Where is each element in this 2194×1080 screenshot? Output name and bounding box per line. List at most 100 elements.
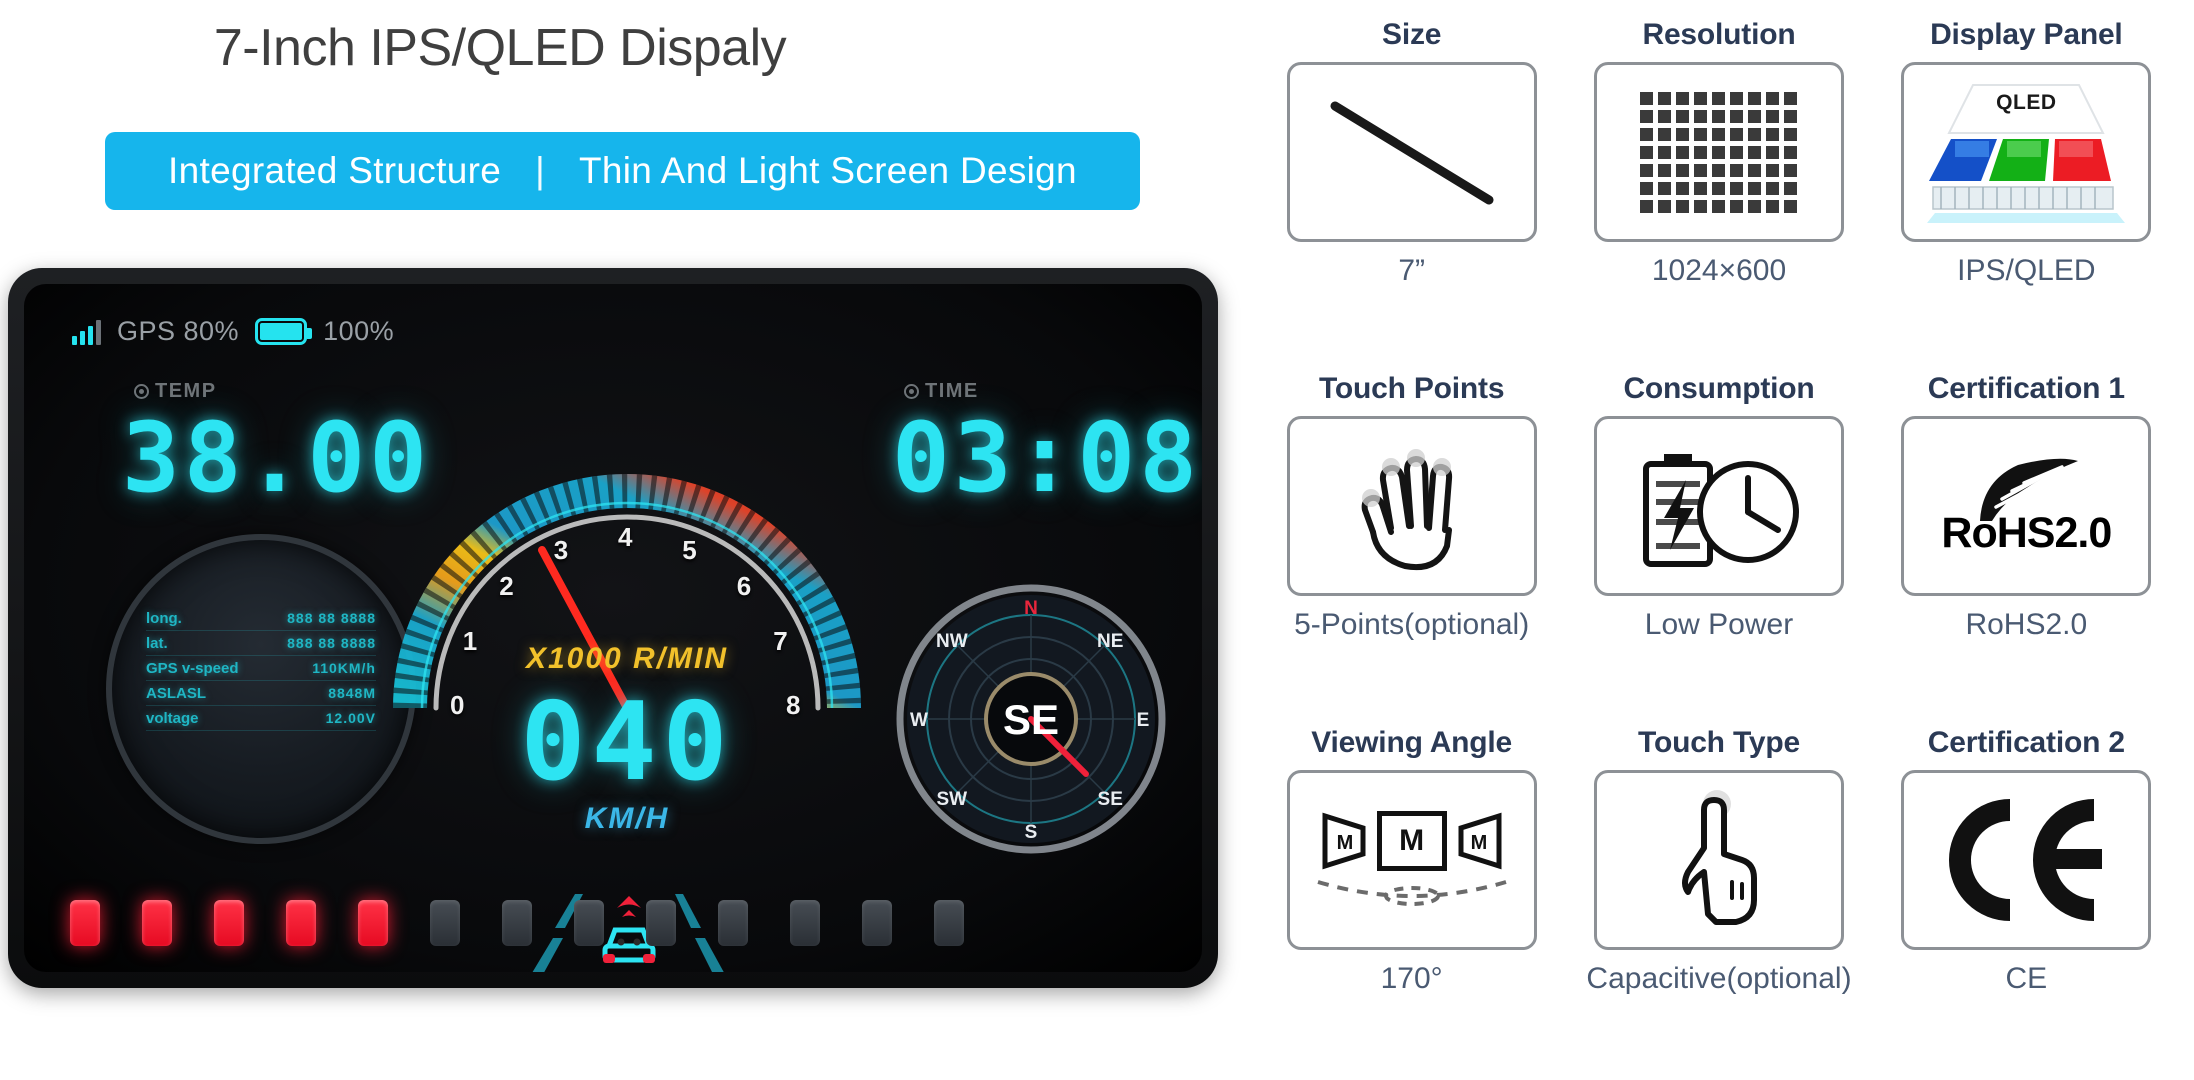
indicator-inactive[interactable] [718, 900, 748, 946]
pixel-cell [1676, 127, 1690, 141]
battery-clock-icon [1642, 454, 1799, 567]
indicator-bar[interactable] [70, 900, 964, 946]
pixel-cell [1694, 109, 1708, 123]
time-label: TIME [904, 380, 979, 403]
spec-card-touch-type[interactable]: Touch Type Capacitive(optional) [1565, 716, 1872, 1070]
rohs-label: RoHS2.0 [1941, 508, 2112, 557]
pixel-cell [1658, 163, 1672, 177]
spec-value: IPS/QLED [1957, 254, 2096, 287]
pixel-cell [1730, 163, 1744, 177]
indicator-inactive[interactable] [502, 900, 532, 946]
diagonal-line-icon [1330, 101, 1494, 204]
temp-dot-icon [134, 384, 149, 399]
pixel-cell [1712, 109, 1726, 123]
gps-info-rows: long. 888 88 8888 lat. 888 88 8888 GPS v-spe… [146, 606, 376, 731]
spec-card-size[interactable]: Size 7” [1258, 8, 1565, 362]
battery-status-label: 100% [323, 316, 395, 346]
spec-value: CE [2005, 962, 2048, 995]
pixel-cell [1730, 91, 1744, 105]
gps-info-row: GPS v-speed 110KM/h [146, 656, 376, 681]
tach-tick-label: 4 [618, 522, 633, 552]
compass-cardinal: SW [936, 789, 967, 810]
svg-text:M: M [1336, 832, 1353, 854]
pixel-cell [1766, 163, 1780, 177]
pixel-cell [1676, 91, 1690, 105]
indicator-inactive[interactable] [790, 900, 820, 946]
compass-cardinal: N [1024, 598, 1038, 619]
right-angled-screen-icon: M [1458, 812, 1502, 870]
spec-icon-box [1593, 770, 1844, 950]
tach-tick-label: 2 [499, 571, 514, 602]
banner-separator: | [535, 150, 545, 191]
page-title: 7-Inch IPS/QLED Dispaly [0, 18, 1230, 78]
pixel-cell [1766, 127, 1780, 141]
pixel-cell [1640, 181, 1654, 195]
spec-card-consumption[interactable]: Consumption Low Power [1565, 362, 1872, 716]
pixel-cell [1784, 109, 1798, 123]
feature-banner: Integrated Structure | Thin And Light Sc… [105, 132, 1140, 210]
compass-cardinal: NE [1097, 631, 1123, 652]
indicator-active[interactable] [286, 900, 316, 946]
tach-tick-label: 6 [736, 571, 752, 602]
spec-title: Size [1382, 18, 1442, 51]
gps-info-dial: long. 888 88 8888 lat. 888 88 8888 GPS v-spe… [106, 534, 416, 844]
pixel-cell [1766, 145, 1780, 159]
gps-row-value: 888 88 8888 [287, 635, 376, 651]
spec-card-certification-2[interactable]: Certification 2 CE [1873, 716, 2180, 1070]
spec-grid: Size 7” Resolution 1024×600 Display Pane… [1250, 0, 2194, 1080]
pixel-cell [1658, 109, 1672, 123]
indicator-active[interactable] [358, 900, 388, 946]
banner-left-text: Integrated Structure [168, 150, 502, 191]
spec-card-certification-1[interactable]: Certification 1 RoHS2.0 RoHS2.0 [1873, 362, 2180, 716]
gps-row-value: 110KM/h [312, 660, 376, 676]
pixel-cell [1712, 127, 1726, 141]
spec-value: RoHS2.0 [1965, 608, 2088, 641]
gps-row-key: GPS v-speed [146, 660, 239, 677]
indicator-inactive[interactable] [862, 900, 892, 946]
tach-tick-label: 5 [682, 534, 697, 565]
temp-label: TEMP [134, 380, 217, 403]
indicator-active[interactable] [70, 900, 100, 946]
spec-title: Resolution [1642, 18, 1796, 51]
spec-card-display-panel[interactable]: Display Panel QLED IPS/QLED [1873, 8, 2180, 362]
device-bezel: GPS 80% 100% TEMP 38.00 TIME 03:08 long.… [8, 268, 1218, 988]
pixel-cell [1712, 181, 1726, 195]
pixel-cell [1712, 91, 1726, 105]
pixel-cell [1730, 109, 1744, 123]
svg-text:M: M [1470, 832, 1487, 854]
spec-icon-box: RoHS2.0 [1901, 416, 2152, 596]
signal-bars-icon [72, 319, 101, 345]
pixel-cell [1640, 199, 1654, 213]
gps-row-key: lat. [146, 635, 168, 652]
gps-row-value: 8848M [328, 685, 376, 701]
spec-icon-box: M M M [1286, 770, 1537, 950]
gps-row-key: voltage [146, 710, 199, 727]
gps-info-row: lat. 888 88 8888 [146, 631, 376, 656]
compass-cardinal: NW [936, 631, 968, 652]
ce-mark-icon [1949, 799, 2103, 921]
product-spec-sheet: 7-Inch IPS/QLED Dispaly Integrated Struc… [0, 0, 2194, 1080]
qled-layers-icon: QLED [1921, 77, 2131, 227]
pixel-cell [1694, 199, 1708, 213]
pixel-cell [1712, 163, 1726, 177]
spec-title: Touch Type [1638, 726, 1800, 759]
pixel-cell [1676, 109, 1690, 123]
spec-card-viewing-angle[interactable]: Viewing Angle M M M 170° [1258, 716, 1565, 1070]
pixel-cell [1694, 91, 1708, 105]
pixel-cell [1640, 163, 1654, 177]
spec-value: 1024×600 [1651, 254, 1787, 287]
compass-cardinal: SE [1098, 789, 1123, 810]
indicator-inactive[interactable] [574, 900, 604, 946]
spec-title: Certification 1 [1927, 372, 2125, 405]
indicator-active[interactable] [142, 900, 172, 946]
spec-card-resolution[interactable]: Resolution 1024×600 [1565, 8, 1872, 362]
pixel-cell [1730, 199, 1744, 213]
indicator-inactive[interactable] [646, 900, 676, 946]
indicator-inactive[interactable] [934, 900, 964, 946]
pixel-cell [1766, 109, 1780, 123]
battery-icon [255, 318, 313, 345]
indicator-inactive[interactable] [430, 900, 460, 946]
indicator-active[interactable] [214, 900, 244, 946]
pixel-cell [1694, 181, 1708, 195]
spec-card-touch-points[interactable]: Touch Points 5-Points(optional) [1258, 362, 1565, 716]
